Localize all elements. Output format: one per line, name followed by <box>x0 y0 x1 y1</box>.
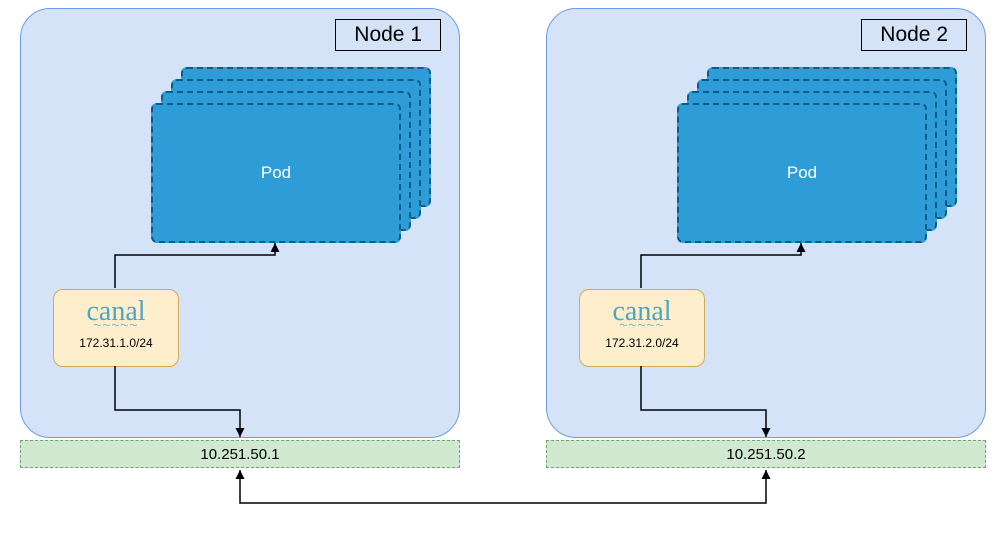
pod-label: Pod <box>787 163 817 183</box>
node-2-label: Node 2 <box>880 23 948 46</box>
node-1-label-box: Node 1 <box>335 19 441 51</box>
canal-box-1: canal ～～～～～ 172.31.1.0/24 <box>53 289 179 367</box>
node-1-label: Node 1 <box>354 23 422 46</box>
node-1-pod-stack: Pod <box>151 67 431 242</box>
ip-label-2: 10.251.50.2 <box>726 446 805 463</box>
ip-label-1: 10.251.50.1 <box>200 446 279 463</box>
node-2: Node 2 Pod canal ～～～～～ 172.31.2.0/24 <box>546 8 986 438</box>
node-2-pod-stack: Pod <box>677 67 957 242</box>
ip-box-2: 10.251.50.2 <box>546 440 986 468</box>
node-1: Node 1 Pod canal ～～～～～ 172.31.1.0/24 <box>20 8 460 438</box>
canal-subnet-2: 172.31.2.0/24 <box>580 336 704 350</box>
canal-logo-icon: canal <box>54 298 178 326</box>
canal-box-2: canal ～～～～～ 172.31.2.0/24 <box>579 289 705 367</box>
pod-icon: Pod <box>677 103 927 243</box>
canal-logo-icon: canal <box>580 298 704 326</box>
arrow-ip-to-ip <box>240 470 766 503</box>
canal-subnet-1: 172.31.1.0/24 <box>54 336 178 350</box>
ip-box-1: 10.251.50.1 <box>20 440 460 468</box>
pod-label: Pod <box>261 163 291 183</box>
node-2-label-box: Node 2 <box>861 19 967 51</box>
pod-icon: Pod <box>151 103 401 243</box>
